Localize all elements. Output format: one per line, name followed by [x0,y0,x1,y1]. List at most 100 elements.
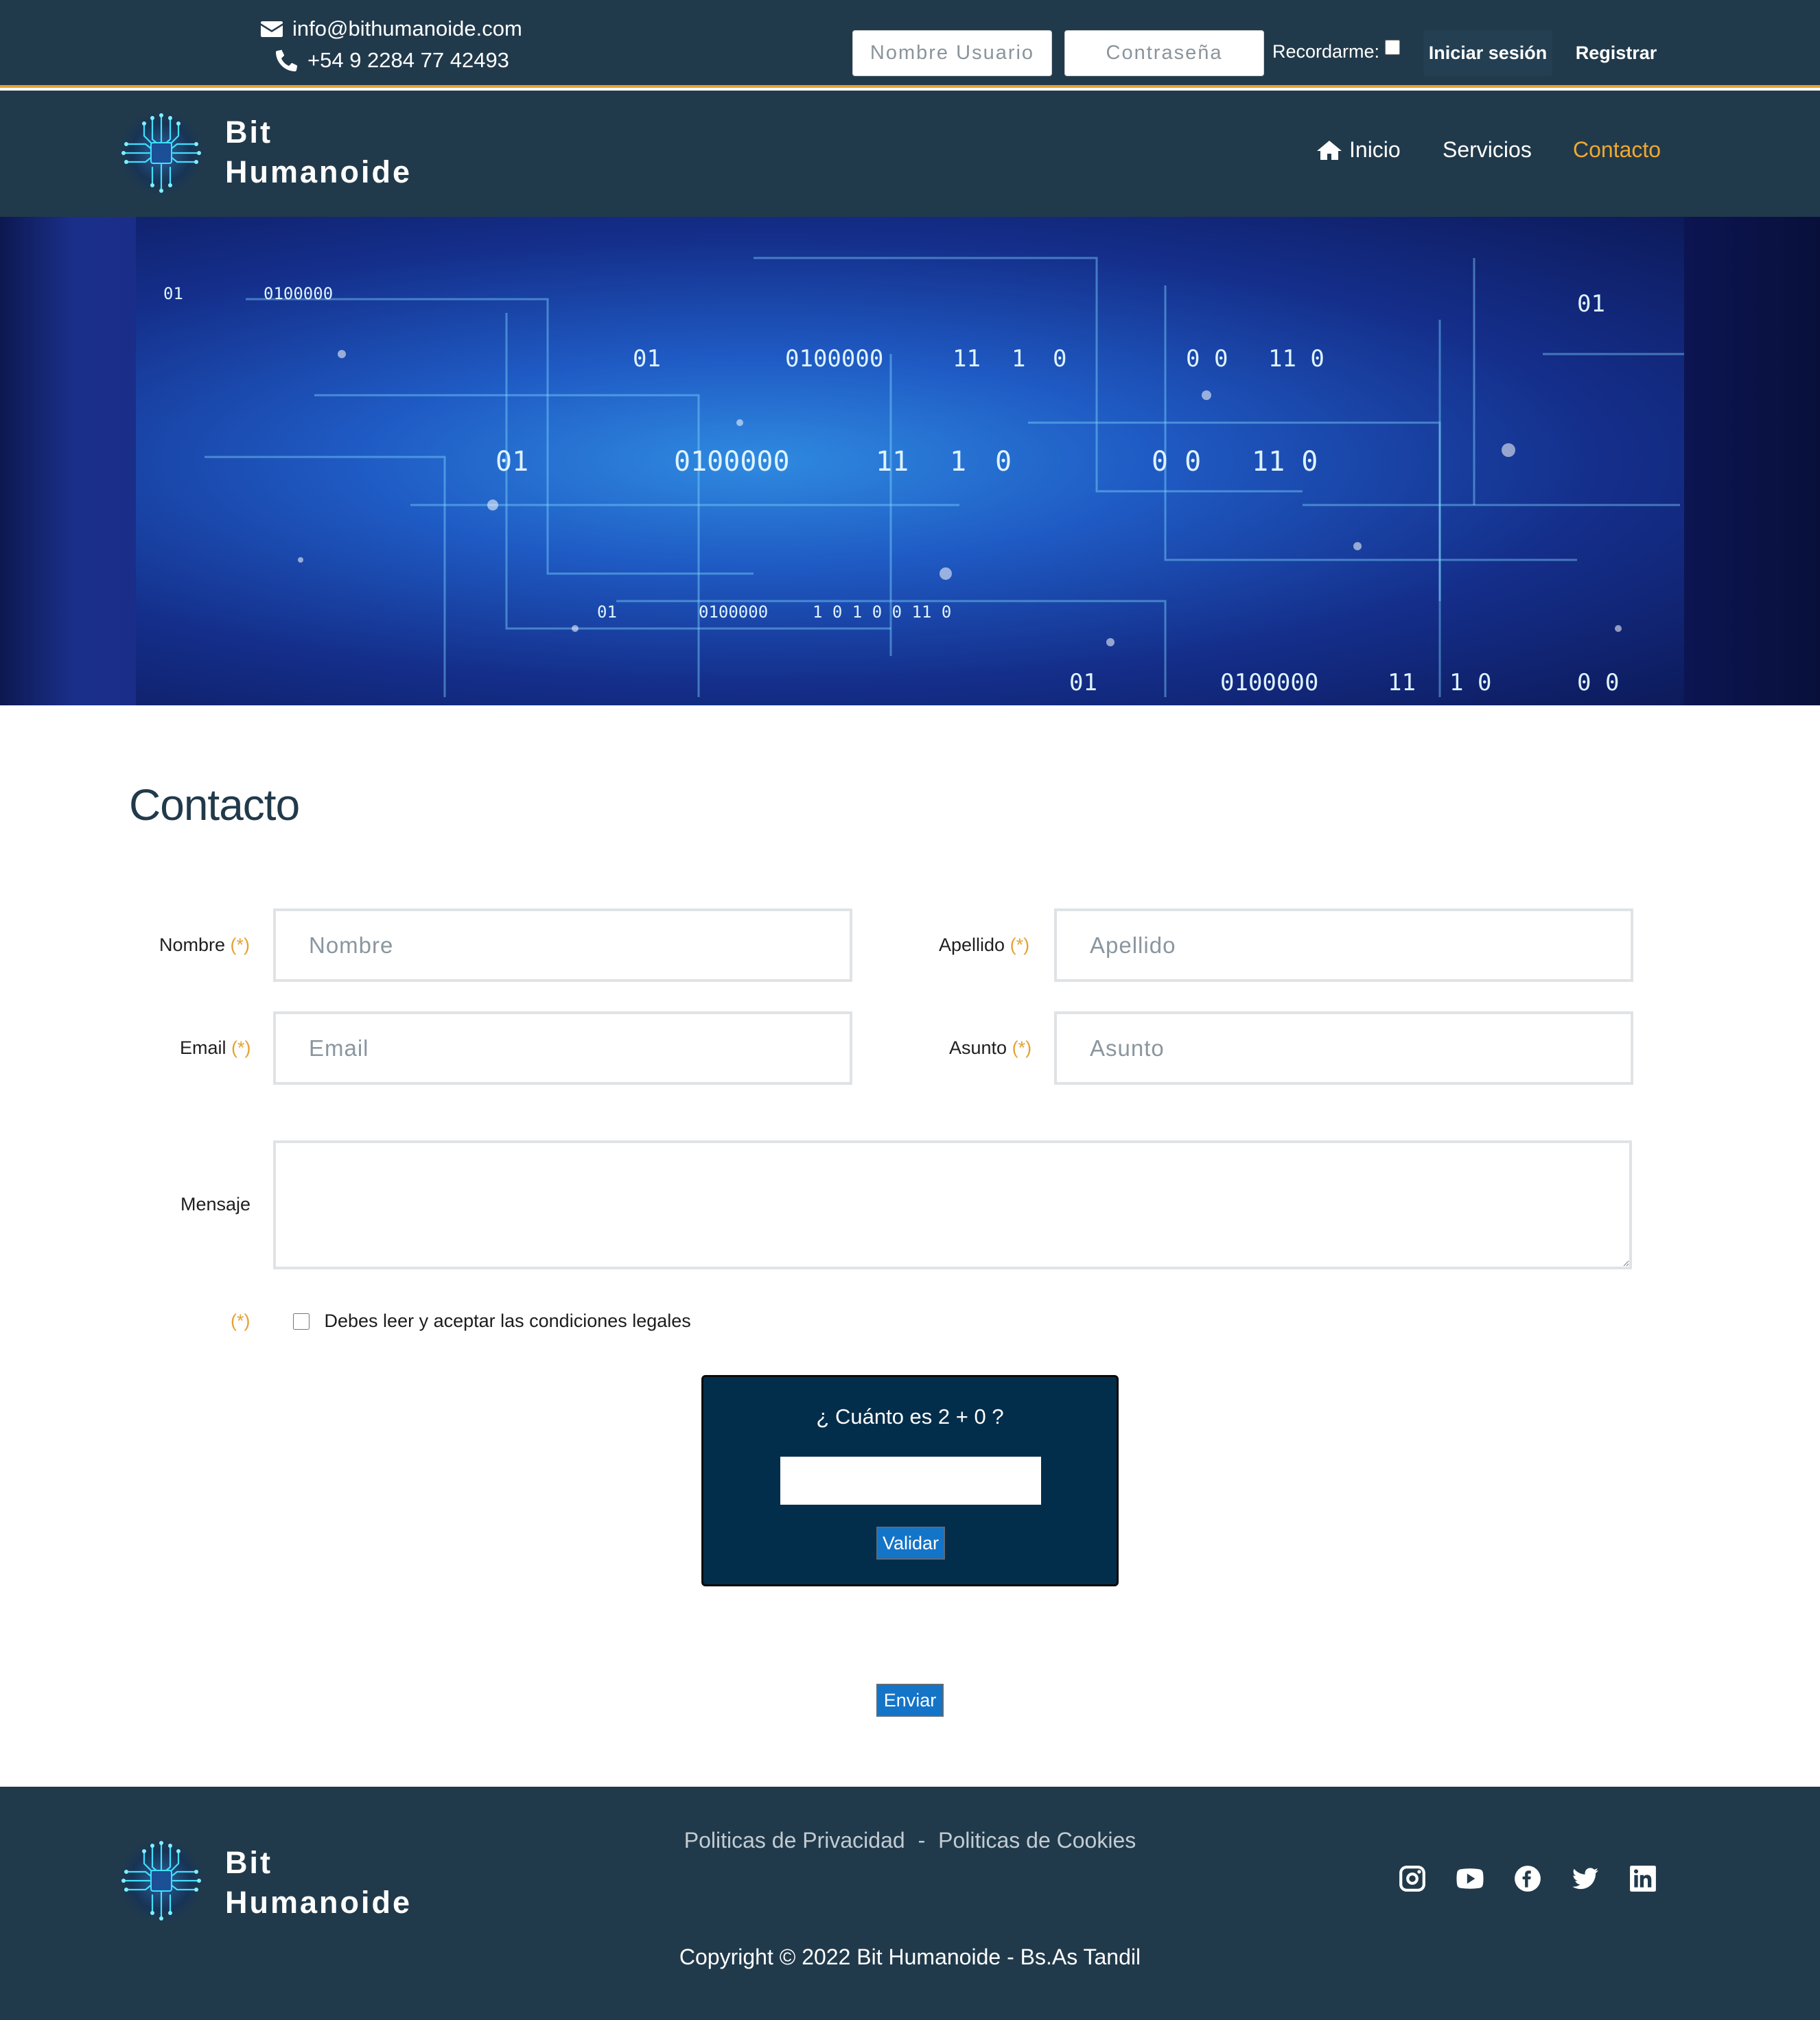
contact-email-text[interactable]: info@bithumanoide.com [292,16,522,41]
contact-email: info@bithumanoide.com [261,16,522,41]
binary-text: 01 [163,284,183,303]
footer-separator: - [918,1828,926,1853]
binary-text: 11 [953,345,981,373]
password-input[interactable] [1064,30,1264,76]
brand-logo[interactable]: Bit Humanoide [110,102,453,204]
nav-label-servicios: Servicios [1443,137,1532,162]
page-title: Contacto [129,780,300,830]
binary-text: 0100000 [264,284,333,303]
contact-phone-text: +54 9 2284 77 42493 [307,48,509,72]
validar-button[interactable]: Validar [876,1527,945,1560]
nav-label-contacto: Contacto [1573,137,1661,162]
home-icon [1317,140,1342,160]
instagram-icon [1399,1866,1425,1892]
binary-text: 0 [995,446,1012,478]
terms-checkbox[interactable] [292,1313,310,1330]
binary-text: 0 0 [1152,446,1201,478]
asunto-label-text: Asunto [949,1037,1007,1058]
contact-phone: +54 9 2284 77 42493 [276,48,509,73]
facebook-link[interactable] [1513,1864,1543,1894]
terms-label: Debes leer y aceptar las condiciones leg… [324,1311,691,1331]
remember-label: Recordarme: [1272,41,1380,62]
apellido-input[interactable] [1054,908,1633,982]
required-mark: (*) [231,1311,250,1331]
apellido-label-text: Apellido [939,935,1005,955]
youtube-icon [1456,1868,1484,1889]
binary-text: 0100000 [785,345,883,373]
linkedin-icon [1630,1866,1656,1892]
binary-text: 01 [1577,290,1605,318]
circuit-binary-art: 01 0100000 01 0100000 11 1 0 0 0 11 0 01… [163,257,1684,697]
nombre-input[interactable] [273,908,852,982]
username-input[interactable] [852,30,1052,76]
remember-me: Recordarme: [1272,39,1401,62]
copyright: Copyright © 2022 Bit Humanoide - Bs.As T… [679,1945,1141,1969]
required-mark: (*) [1012,1037,1032,1058]
mensaje-textarea[interactable] [273,1140,1632,1269]
brand-line-2: Humanoide [225,154,412,189]
cookie-policy-link[interactable]: Politicas de Cookies [938,1828,1136,1853]
nombre-label: Nombre (*) [159,935,250,956]
terms-row: (*) Debes leer y aceptar las condiciones… [231,1311,691,1332]
brand-line-2: Humanoide [225,1885,412,1920]
binary-text: 11 0 [1268,345,1325,373]
binary-text: 01 [1069,669,1097,696]
phone-icon [276,49,297,71]
binary-text: 1 [1012,345,1025,373]
nav-item-servicios[interactable]: Servicios [1443,137,1532,163]
binary-text: 0 0 [1577,669,1619,696]
required-mark: (*) [230,935,250,955]
binary-text: 11 [876,446,909,478]
brand-line-1: Bit [225,1845,272,1880]
required-mark: (*) [231,1037,251,1058]
enviar-button[interactable]: Enviar [876,1684,944,1717]
email-label: Email (*) [180,1037,251,1059]
email-label-text: Email [180,1037,226,1058]
linkedin-link[interactable] [1628,1864,1658,1894]
twitter-icon [1572,1868,1598,1890]
facebook-icon [1515,1866,1541,1892]
hero-image: 01 0100000 01 0100000 11 1 0 0 0 11 0 01… [136,217,1684,705]
apellido-label: Apellido (*) [939,935,1029,956]
envelope-icon [261,21,283,37]
binary-text: 0100000 [699,602,768,622]
binary-text: 0100000 [1220,669,1318,696]
hero-banner: 01 0100000 01 0100000 11 1 0 0 0 11 0 01… [0,217,1820,705]
asunto-label: Asunto (*) [949,1037,1031,1059]
captcha-question: ¿ Cuánto es 2 + 0 ? [816,1405,1004,1429]
email-input[interactable] [273,1011,852,1085]
nav-item-contacto[interactable]: Contacto [1573,137,1661,163]
binary-text: 1 0 [1449,669,1491,696]
binary-text: 0 [1053,345,1066,373]
binary-text: 0 0 [1186,345,1228,373]
nav-label-inicio: Inicio [1349,137,1401,162]
privacy-policy-link[interactable]: Politicas de Privacidad [684,1828,905,1853]
footer-brand-logo[interactable]: Bit Humanoide [110,1829,453,1932]
circuit-emblem-icon [112,104,211,202]
binary-text: 1 0 1 0 0 11 0 [813,602,951,622]
youtube-link[interactable] [1455,1864,1485,1894]
binary-text: 01 [597,602,617,622]
nav-item-inicio[interactable]: Inicio [1316,137,1401,163]
binary-text: 11 [1388,669,1416,696]
top-bar: info@bithumanoide.com +54 9 2284 77 4249… [0,0,1820,88]
brand-line-1: Bit [225,115,272,150]
captcha-box: ¿ Cuánto es 2 + 0 ? Validar [701,1375,1119,1586]
binary-text: 1 [950,446,966,478]
instagram-link[interactable] [1397,1864,1427,1894]
binary-text: 01 [633,345,661,373]
binary-text: 0100000 [674,446,790,478]
login-button[interactable]: Iniciar sesión [1423,30,1552,76]
twitter-link[interactable] [1570,1864,1600,1894]
captcha-answer-input[interactable] [780,1457,1041,1505]
asunto-input[interactable] [1054,1011,1633,1085]
remember-checkbox[interactable] [1385,39,1401,55]
circuit-emblem-icon [112,1831,211,1930]
binary-text: 11 0 [1252,446,1318,478]
register-button[interactable]: Registrar [1565,30,1668,76]
mensaje-label: Mensaje [180,1194,251,1214]
hero-edge [1684,217,1820,705]
binary-text: 01 [495,446,528,478]
required-mark: (*) [1010,935,1030,955]
nombre-label-text: Nombre [159,935,226,955]
